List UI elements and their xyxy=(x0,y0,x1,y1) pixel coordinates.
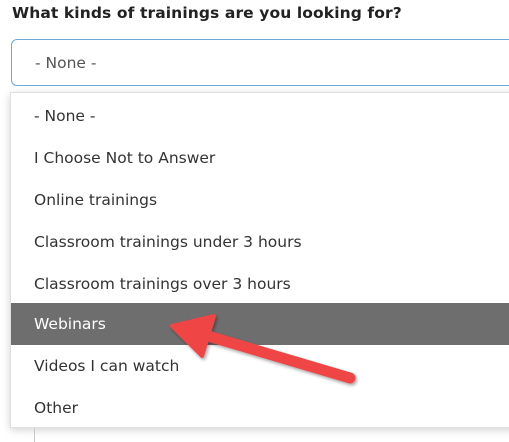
option-choose-not-to-answer[interactable]: I Choose Not to Answer xyxy=(11,137,509,179)
page: What kinds of trainings are you looking … xyxy=(0,0,509,442)
option-webinars[interactable]: Webinars xyxy=(11,303,509,345)
question-label: What kinds of trainings are you looking … xyxy=(12,4,402,22)
option-none[interactable]: - None - xyxy=(11,95,509,137)
option-videos[interactable]: Videos I can watch xyxy=(11,345,509,387)
select-current-value: - None - xyxy=(35,54,97,72)
option-online-trainings[interactable]: Online trainings xyxy=(11,179,509,221)
trainings-select[interactable]: - None - xyxy=(11,39,509,86)
option-classroom-under-3-hours[interactable]: Classroom trainings under 3 hours xyxy=(11,221,509,263)
dropdown-list: - None - I Choose Not to Answer Online t… xyxy=(10,92,509,428)
option-other[interactable]: Other xyxy=(11,387,509,429)
option-classroom-over-3-hours[interactable]: Classroom trainings over 3 hours xyxy=(11,263,509,305)
underlying-field-edge xyxy=(34,428,35,442)
